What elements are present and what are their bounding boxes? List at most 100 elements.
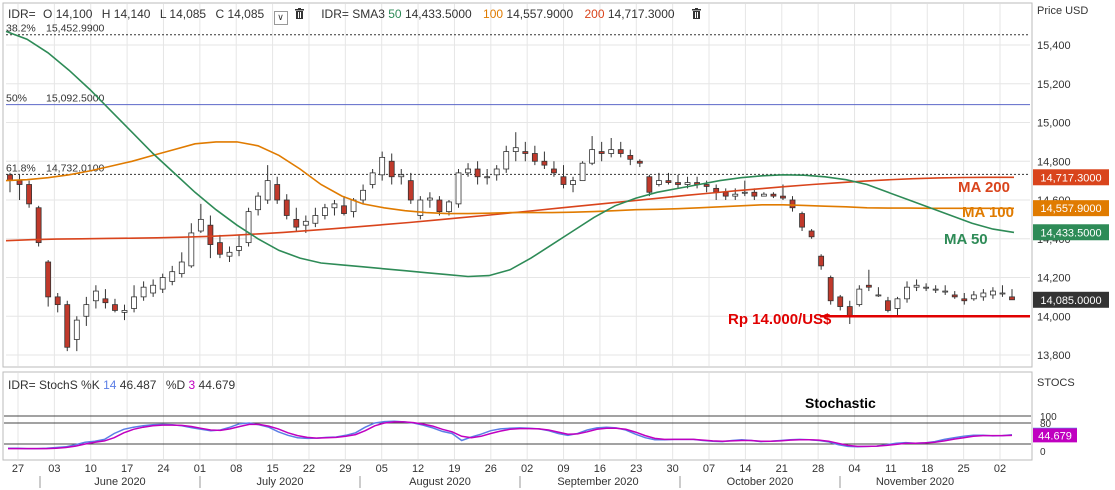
candle-body (369, 172, 376, 185)
candle-body (541, 160, 548, 166)
stoch-k-period: 14 (103, 378, 117, 392)
fib-level-label: 61.8% (6, 162, 36, 174)
stoch-tick-label: 100 (1040, 412, 1057, 423)
candle-body (923, 286, 930, 289)
x-day-tick-label: 01 (194, 463, 206, 475)
legend-close-value: 14,085 (227, 7, 265, 21)
candle-body (951, 294, 958, 298)
x-day-tick-label: 02 (521, 463, 533, 475)
x-day-tick-label: 07 (703, 463, 715, 475)
x-day-tick-label: 11 (885, 463, 896, 475)
x-month-label: November 2020 (876, 476, 954, 488)
legend-sma50-period: 50 (388, 7, 402, 21)
stoch-legend: IDR= StochS %K 14 46.487 %D 3 44.679 (8, 378, 235, 392)
x-day-tick-label: 10 (85, 463, 97, 475)
x-month-label: July 2020 (256, 476, 303, 488)
candle-body (961, 298, 968, 302)
legend-sma-label: IDR= SMA3 (321, 7, 385, 21)
candle-body (407, 180, 414, 201)
trash-icon[interactable] (691, 8, 701, 19)
candle-body (551, 168, 557, 174)
legend-low-value: 14,085 (169, 7, 207, 21)
price-tag-label: 14,433.5000 (1040, 227, 1101, 239)
price-tag-label: 14,085.0000 (1040, 295, 1101, 307)
candle-body (522, 151, 529, 154)
candle-body (856, 288, 863, 306)
candle-body (617, 149, 624, 154)
x-day-tick-label: 19 (448, 463, 460, 475)
legend-high-value: 14,140 (113, 7, 151, 21)
x-day-tick-label: 03 (48, 463, 60, 475)
candle-body (64, 304, 71, 348)
candle-body (264, 180, 271, 201)
candle-body (150, 284, 157, 294)
x-day-tick-label: 02 (994, 463, 1006, 475)
x-day-tick-label: 15 (266, 463, 278, 475)
candle-body (970, 294, 977, 300)
legend-open-value: 14,100 (55, 7, 93, 21)
candle-body (503, 151, 510, 170)
candle-body (990, 290, 996, 296)
candle-body (675, 182, 681, 185)
candle-body (322, 207, 328, 216)
x-month-label: September 2020 (557, 476, 638, 488)
legend-expand-icon[interactable]: ∨ (273, 11, 288, 25)
candle-body (570, 180, 576, 185)
candle-body (207, 224, 214, 245)
candle-body (560, 176, 567, 185)
candle-body (703, 184, 710, 187)
x-day-tick-label: 09 (557, 463, 569, 475)
candle-body (741, 191, 748, 194)
candle-body (302, 220, 309, 226)
candle-body (760, 193, 767, 197)
x-day-tick-label: 05 (376, 463, 388, 475)
candle-body (446, 201, 452, 213)
x-month-label: August 2020 (409, 476, 471, 488)
price-legend: IDR= O 14,100 H 14,140 L 14,085 C 14,085… (8, 7, 701, 25)
candle-body (732, 193, 739, 197)
price-tag-label: 14,717.3000 (1040, 172, 1101, 184)
candle-body (236, 246, 242, 251)
stoch-tick-label: 0 (1040, 447, 1046, 458)
candle-body (102, 298, 109, 304)
candle-body (312, 215, 319, 224)
candle-body (531, 153, 538, 162)
candle-body (722, 191, 729, 197)
x-day-tick-label: 22 (303, 463, 315, 475)
price-tick-label: 14,800 (1037, 156, 1071, 168)
stoch-d-label: %D (165, 378, 186, 392)
candle-body (875, 294, 882, 297)
candle-body (1009, 296, 1015, 301)
stoch-value-tag-label: 44.679 (1038, 430, 1072, 442)
legend-sma200-value: 14,717.3000 (607, 7, 675, 21)
candle-body (885, 300, 891, 311)
trash-icon[interactable] (294, 8, 304, 19)
candle-body (579, 162, 586, 182)
candle-body (54, 296, 61, 306)
legend-sma200-period: 200 (584, 7, 605, 21)
candle-body (770, 193, 777, 197)
support-annotation: Rp 14.000/US$ (728, 311, 832, 328)
candle-body (140, 286, 147, 298)
candle-body (942, 290, 949, 293)
candle-body (789, 199, 796, 209)
candle-body (360, 189, 366, 201)
candle-body (131, 296, 137, 309)
price-tick-label: 15,400 (1037, 40, 1071, 52)
x-day-tick-label: 18 (921, 463, 933, 475)
candle-body (827, 277, 834, 302)
candle-body (818, 255, 825, 267)
legend-open-label: O (43, 7, 53, 21)
candle-body (83, 304, 90, 317)
candle-body (436, 199, 443, 213)
candle-body (465, 168, 471, 174)
candle-body (646, 176, 653, 193)
candle-body (665, 180, 672, 183)
x-day-tick-label: 25 (958, 463, 970, 475)
x-day-tick-label: 23 (630, 463, 642, 475)
price-axis-label: Price USD (1037, 5, 1088, 17)
price-tick-label: 14,000 (1037, 311, 1071, 323)
candle-body (197, 218, 204, 232)
candle-body (999, 292, 1006, 295)
x-day-tick-label: 29 (339, 463, 351, 475)
